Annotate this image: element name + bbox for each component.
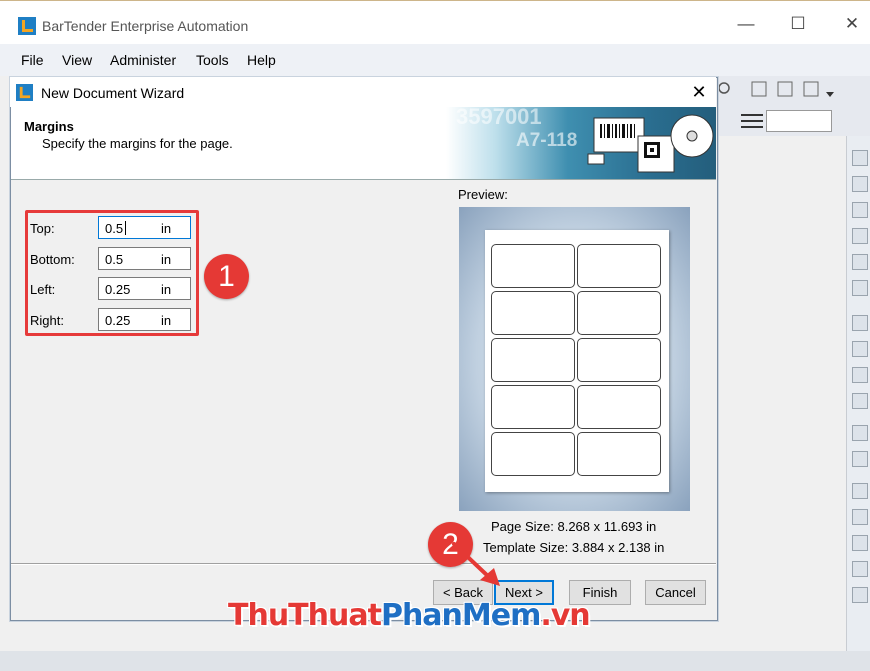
annotation-badge-1: 1 xyxy=(204,254,249,299)
preview-label-cell xyxy=(491,338,575,382)
banner-code: A7-118 xyxy=(516,130,578,151)
template-size-text: Template Size: 3.884 x 2.138 in xyxy=(483,540,665,555)
grid-icon xyxy=(803,81,819,97)
labels-illustration-icon xyxy=(587,114,714,173)
distribute-v-icon[interactable] xyxy=(852,341,868,357)
rotate-270-icon[interactable] xyxy=(852,535,868,551)
annotation-arrow-icon xyxy=(452,542,500,586)
size-height-icon[interactable] xyxy=(852,451,868,467)
size-width-icon[interactable] xyxy=(852,425,868,441)
watermark-part-1: ThuThuat xyxy=(228,598,382,633)
menu-help[interactable]: Help xyxy=(247,52,276,68)
preview-label-cell xyxy=(577,385,661,429)
preview-label-cell xyxy=(491,385,575,429)
line-style-icon[interactable] xyxy=(740,112,764,130)
minimize-button[interactable]: — xyxy=(736,14,756,34)
align-bottom-icon[interactable] xyxy=(852,280,868,296)
distribute-icon xyxy=(777,81,793,97)
align-middle-icon[interactable] xyxy=(852,254,868,270)
preview-label-cell xyxy=(491,244,575,288)
rotate-90-icon[interactable] xyxy=(852,483,868,499)
maximize-button[interactable]: ☐ xyxy=(788,14,808,34)
page-size-text: Page Size: 8.268 x 11.693 in xyxy=(491,519,657,534)
preview-label: Preview: xyxy=(458,187,508,202)
close-button[interactable]: ✕ xyxy=(842,14,862,34)
preview-label-cell xyxy=(577,338,661,382)
dialog-separator xyxy=(11,563,716,565)
preview-page xyxy=(485,230,669,492)
space-v-icon[interactable] xyxy=(852,393,868,409)
align-top-icon[interactable] xyxy=(852,228,868,244)
bartender-logo-icon xyxy=(18,17,36,35)
menu-tools[interactable]: Tools xyxy=(196,52,229,68)
dialog-title: New Document Wizard xyxy=(41,85,185,101)
preview-label-cell xyxy=(491,432,575,476)
cancel-button[interactable]: Cancel xyxy=(645,580,706,605)
page-title: Margins xyxy=(24,119,74,134)
watermark-part-3: .vn xyxy=(540,598,590,633)
align-left-icon[interactable] xyxy=(852,150,868,166)
align-center-icon[interactable] xyxy=(852,176,868,192)
menu-view[interactable]: View xyxy=(62,52,92,68)
menu-file[interactable]: File xyxy=(21,52,44,68)
bartender-logo-icon xyxy=(16,84,33,101)
status-strip xyxy=(0,651,870,671)
dialog-close-button[interactable]: ✕ xyxy=(688,81,710,103)
preview-label-cell xyxy=(577,432,661,476)
menu-administer[interactable]: Administer xyxy=(110,52,176,68)
rotate-ccw-icon[interactable] xyxy=(852,561,868,577)
preview-label-cell xyxy=(577,291,661,335)
banner-number: 3597001 xyxy=(456,104,542,129)
watermark-logo: ThuThuatPhanMem.vn xyxy=(228,598,591,633)
space-h-icon[interactable] xyxy=(852,367,868,383)
preview-label-cell xyxy=(577,244,661,288)
watermark-part-2: PhanMem xyxy=(380,598,541,633)
annotation-highlight-box xyxy=(25,210,199,336)
preview-label-cell xyxy=(491,291,575,335)
app-title: BarTender Enterprise Automation xyxy=(42,18,249,34)
distribute-h-icon[interactable] xyxy=(852,315,868,331)
page-subtitle: Specify the margins for the page. xyxy=(42,136,233,151)
rotate-cw-icon[interactable] xyxy=(852,587,868,603)
toolbar-dropdown[interactable] xyxy=(766,110,832,132)
toolbar-icons xyxy=(718,81,834,97)
zoom-icon xyxy=(718,82,730,94)
align-right-icon[interactable] xyxy=(852,202,868,218)
rotate-180-icon[interactable] xyxy=(852,509,868,525)
align-icon xyxy=(751,81,767,97)
